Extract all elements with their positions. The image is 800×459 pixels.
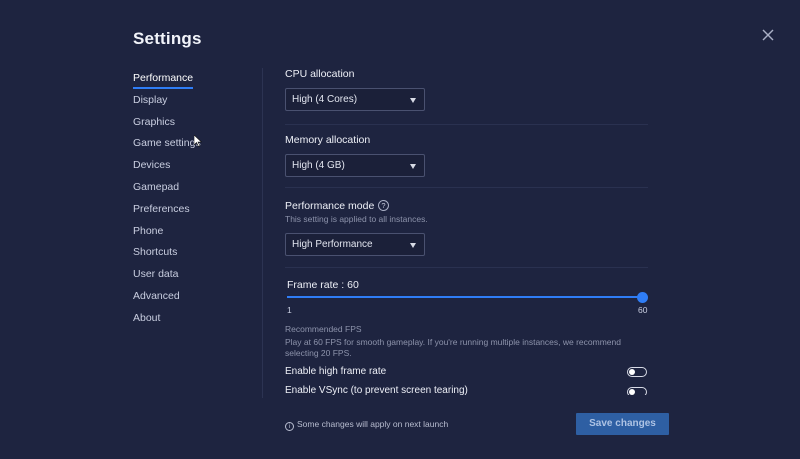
slider-min-label: 1 (287, 305, 292, 315)
frame-rate-label: Frame rate : 60 (287, 279, 359, 291)
sidebar-item-phone[interactable]: Phone (133, 223, 253, 245)
recommended-fps-text: Play at 60 FPS for smooth gameplay. If y… (285, 337, 621, 358)
toggle-knob (629, 389, 635, 395)
performance-mode-select[interactable]: High Performance (285, 233, 425, 256)
performance-mode-note: This setting is applied to all instances… (285, 214, 428, 224)
caret-down-icon (410, 164, 416, 169)
cpu-allocation-label: CPU allocation (285, 68, 355, 80)
sidebar-item-label: Game settings (133, 137, 201, 150)
sidebar-item-user-data[interactable]: User data (133, 266, 253, 288)
close-button[interactable] (760, 27, 776, 43)
high-frame-rate-toggle[interactable] (627, 367, 647, 377)
recommended-fps-label: Recommended FPS (285, 324, 362, 334)
caret-down-icon (410, 98, 416, 103)
toggle-knob (629, 369, 635, 375)
sidebar-item-game-settings[interactable]: Game settings (133, 135, 253, 157)
sidebar-item-graphics[interactable]: Graphics (133, 114, 253, 136)
frame-rate-slider-thumb[interactable] (637, 292, 648, 303)
footer-note-text: Some changes will apply on next launch (297, 419, 449, 429)
help-icon[interactable]: ? (378, 200, 389, 211)
memory-allocation-label: Memory allocation (285, 134, 371, 146)
section-divider (285, 187, 648, 188)
sidebar-item-label: Preferences (133, 202, 190, 215)
section-divider (285, 124, 648, 125)
footer-note: i Some changes will apply on next launch (285, 419, 448, 431)
caret-down-icon (410, 243, 416, 248)
sidebar-nav: Performance Display Graphics Game settin… (133, 70, 253, 332)
settings-dialog: Settings Performance Display Graphics Ga… (0, 0, 800, 459)
sidebar-item-label: Display (133, 93, 168, 106)
vsync-label: Enable VSync (to prevent screen tearing) (285, 385, 468, 395)
performance-mode-label: Performance mode (285, 200, 375, 212)
frame-rate-slider-track[interactable] (287, 296, 643, 298)
sidebar-item-shortcuts[interactable]: Shortcuts (133, 244, 253, 266)
high-frame-rate-label: Enable high frame rate (285, 366, 387, 377)
performance-mode-value: High Performance (292, 239, 373, 250)
sidebar-item-about[interactable]: About (133, 310, 253, 332)
sidebar-item-label: Phone (133, 224, 164, 237)
sidebar-item-label: Graphics (133, 115, 176, 128)
vertical-divider (262, 68, 263, 398)
sidebar-item-label: Advanced (133, 289, 180, 302)
slider-max-label: 60 (638, 305, 648, 315)
sidebar-item-performance[interactable]: Performance (133, 70, 253, 92)
sidebar-item-label: Gamepad (133, 180, 180, 193)
sidebar-item-gamepad[interactable]: Gamepad (133, 179, 253, 201)
sidebar-item-label: Performance (133, 70, 194, 89)
memory-allocation-select[interactable]: High (4 GB) (285, 154, 425, 177)
sidebar-item-advanced[interactable]: Advanced (133, 288, 253, 310)
sidebar-item-label: Shortcuts (133, 246, 178, 259)
save-changes-button[interactable]: Save changes (576, 413, 669, 435)
close-icon (762, 29, 774, 41)
sidebar-item-label: About (133, 311, 161, 324)
info-icon: i (285, 422, 294, 431)
section-divider (285, 267, 648, 268)
vsync-toggle[interactable] (627, 387, 647, 395)
scroll-clip: Enable VSync (to prevent screen tearing) (285, 384, 665, 395)
cpu-allocation-select[interactable]: High (4 Cores) (285, 88, 425, 111)
sidebar-item-label: User data (133, 268, 179, 281)
page-title: Settings (133, 29, 202, 48)
sidebar-item-display[interactable]: Display (133, 92, 253, 114)
sidebar-item-label: Devices (133, 159, 171, 172)
sidebar-item-devices[interactable]: Devices (133, 157, 253, 179)
cpu-allocation-value: High (4 Cores) (292, 94, 358, 105)
mouse-cursor-icon (194, 135, 202, 147)
memory-allocation-value: High (4 GB) (292, 160, 345, 171)
sidebar-item-preferences[interactable]: Preferences (133, 201, 253, 223)
